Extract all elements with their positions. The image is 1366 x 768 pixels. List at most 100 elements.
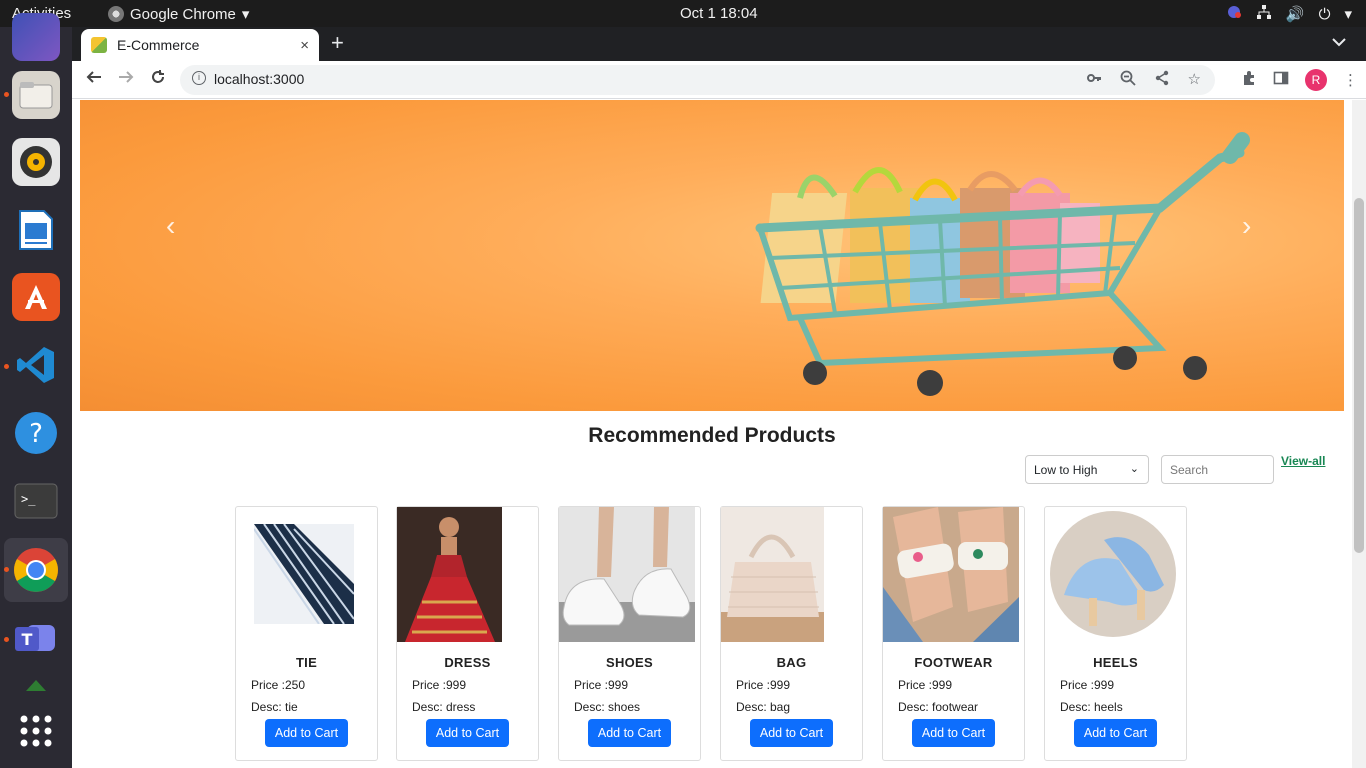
tab-close-icon[interactable]: × [300, 37, 309, 54]
writer-icon[interactable] [12, 206, 60, 254]
search-input[interactable]: Search [1161, 455, 1274, 484]
software-icon[interactable] [12, 273, 60, 321]
tab-strip: E-Commerce × + [72, 27, 1366, 61]
svg-text:>_: >_ [21, 492, 36, 506]
forward-icon[interactable] [118, 69, 134, 90]
add-to-cart-button[interactable]: Add to Cart [426, 719, 509, 747]
product-name: TIE [295, 655, 318, 670]
product-card: TIE Price :250 Desc: tie Add to Cart [235, 506, 378, 761]
running-indicator [4, 92, 9, 97]
product-price: Price :999 [736, 678, 791, 692]
add-to-cart-button[interactable]: Add to Cart [588, 719, 671, 747]
caret-down-icon: ▾ [241, 6, 250, 23]
carousel-banner: ‹ › [80, 100, 1344, 411]
scrollbar-thumb[interactable] [1354, 198, 1364, 553]
back-icon[interactable] [86, 69, 102, 90]
product-name: FOOTWEAR [914, 655, 993, 670]
carousel-prev-icon[interactable]: ‹ [166, 210, 175, 242]
running-indicator [4, 637, 9, 642]
product-card: FOOTWEAR Price :999 Desc: footwear Add t… [882, 506, 1025, 761]
product-card: BAG Price :999 Desc: bag Add to Cart [720, 506, 863, 761]
site-info-icon[interactable]: i [192, 71, 206, 85]
browser-toolbar: i localhost:3000 ☆ R ⋮ [72, 61, 1366, 99]
product-desc: Desc: footwear [898, 700, 979, 714]
sort-select[interactable]: Low to High ⌄ [1025, 455, 1149, 484]
chevron-down-icon[interactable]: ▾ [1344, 5, 1352, 23]
product-desc: Desc: dress [412, 700, 476, 714]
product-name: SHOES [605, 655, 653, 670]
address-bar[interactable]: i localhost:3000 ☆ [180, 65, 1215, 95]
product-image-tie [254, 524, 354, 624]
add-to-cart-button[interactable]: Add to Cart [265, 719, 348, 747]
url-text[interactable]: localhost:3000 [214, 71, 304, 87]
teams-icon[interactable]: T [12, 614, 60, 662]
chrome-icon[interactable] [12, 546, 60, 594]
share-icon[interactable] [1154, 70, 1170, 90]
firefox-icon[interactable] [12, 13, 60, 61]
add-to-cart-button[interactable]: Add to Cart [912, 719, 995, 747]
tab-ecommerce[interactable]: E-Commerce × [81, 29, 319, 61]
browser-window: E-Commerce × + i localhost:3000 ☆ R ⋮ ‹ … [72, 27, 1366, 768]
product-desc: Desc: bag [736, 700, 791, 714]
chrome-icon [108, 6, 124, 22]
tab-title: E-Commerce [117, 37, 200, 53]
trash-icon[interactable] [12, 670, 60, 700]
product-card: DRESS Price :999 Desc: dress Add to Cart [396, 506, 539, 761]
indicator-icon[interactable] [1226, 4, 1242, 24]
running-indicator [4, 567, 9, 572]
product-name: DRESS [444, 655, 491, 670]
rhythmbox-icon[interactable] [12, 138, 60, 186]
bookmark-star-icon[interactable]: ☆ [1188, 70, 1201, 90]
product-desc: Desc: shoes [574, 700, 641, 714]
view-all-link[interactable]: View-all [1281, 454, 1325, 468]
system-tray[interactable]: 🔊 ⏻ ▾ [1226, 4, 1352, 24]
new-tab-button[interactable]: + [331, 32, 344, 54]
app-menu[interactable]: Google Chrome ▾ [108, 5, 249, 23]
side-panel-icon[interactable] [1273, 70, 1289, 90]
reload-icon[interactable] [150, 69, 166, 90]
product-card: SHOES Price :999 Desc: shoes Add to Cart [558, 506, 701, 761]
zoom-icon[interactable] [1120, 70, 1136, 90]
page-viewport: ‹ › Recommended Products Low to High ⌄ S… [72, 100, 1366, 768]
product-price: Price :999 [412, 678, 467, 692]
shopping-cart-image [755, 132, 1250, 396]
profile-avatar[interactable]: R [1305, 69, 1327, 91]
sort-select-value: Low to High [1034, 463, 1098, 477]
dock: ? >_ T [0, 13, 72, 768]
clock[interactable]: Oct 1 18:04 [680, 5, 758, 22]
add-to-cart-button[interactable]: Add to Cart [1074, 719, 1157, 747]
terminal-icon[interactable]: >_ [12, 477, 60, 525]
add-to-cart-button[interactable]: Add to Cart [750, 719, 833, 747]
product-image-bag [721, 507, 824, 642]
page-scrollbar[interactable] [1352, 100, 1366, 768]
menu-kebab-icon[interactable]: ⋮ [1343, 71, 1358, 89]
volume-icon[interactable]: 🔊 [1286, 5, 1305, 23]
power-icon[interactable]: ⏻ [1319, 6, 1331, 23]
files-icon[interactable] [12, 71, 60, 119]
key-icon[interactable] [1086, 70, 1102, 90]
product-price: Price :250 [251, 678, 306, 692]
product-desc: Desc: tie [251, 700, 298, 714]
product-price: Price :999 [574, 678, 629, 692]
product-price: Price :999 [1060, 678, 1115, 692]
help-icon[interactable]: ? [12, 409, 60, 457]
carousel-next-icon[interactable]: › [1242, 210, 1251, 242]
favicon-icon [91, 37, 107, 53]
product-image-shoes [559, 507, 695, 642]
product-card: HEELS Price :999 Desc: heels Add to Cart [1044, 506, 1187, 761]
product-image-footwear [883, 507, 1019, 642]
section-heading: Recommended Products [588, 424, 836, 447]
product-name: BAG [776, 655, 807, 670]
tab-search-icon[interactable] [1332, 35, 1346, 50]
extensions-icon[interactable] [1241, 70, 1257, 90]
show-apps-icon[interactable] [12, 707, 60, 755]
chevron-down-icon: ⌄ [1129, 463, 1139, 475]
running-indicator [4, 364, 9, 369]
product-name: HEELS [1093, 655, 1138, 670]
network-icon[interactable] [1256, 4, 1272, 24]
svg-text:?: ? [29, 419, 43, 449]
vscode-icon[interactable] [12, 341, 60, 389]
product-desc: Desc: heels [1060, 700, 1123, 714]
product-image-dress [397, 507, 502, 642]
svg-text:T: T [22, 630, 33, 649]
